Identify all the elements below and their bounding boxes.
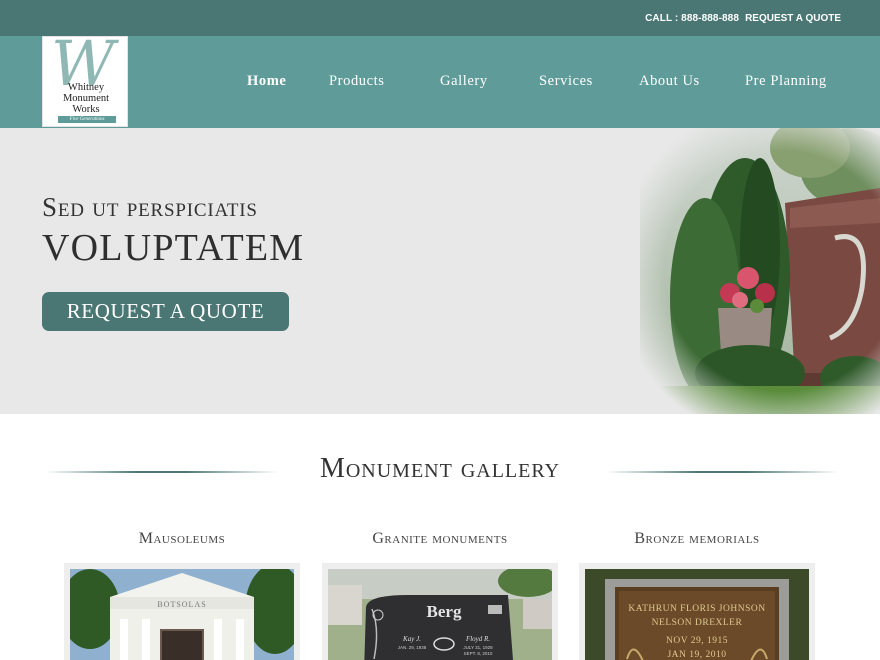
request-quote-link[interactable]: REQUEST A QUOTE (745, 13, 841, 24)
call-phone-link[interactable]: CALL : 888-888-888 (645, 13, 739, 24)
logo[interactable]: W Whitney Monument Works Five Generation… (42, 36, 128, 127)
granite-left-date: JAN. 29, 1938 (398, 645, 427, 650)
card-caption: Mausoleums (138, 530, 226, 547)
granite-right-date-1: JULY 31, 1928 (463, 645, 493, 650)
nav-services[interactable]: Services (539, 73, 593, 90)
card-frame: BOTSOLAS (64, 563, 300, 660)
card-bronze-memorials[interactable]: Bronze memorials KATHRUN FLORIS JOHNSON … (579, 530, 815, 660)
mausoleum-name-text: BOTSOLAS (157, 600, 206, 609)
hero-banner: Sed ut perspiciatis VOLUPTATEM REQUEST A… (0, 128, 880, 414)
top-bar: CALL : 888-888-888 REQUEST A QUOTE (0, 0, 880, 36)
nav-pre-planning[interactable]: Pre Planning (745, 73, 827, 90)
divider-right (606, 471, 838, 473)
gallery-heading: Monument gallery (0, 445, 880, 495)
nav-gallery[interactable]: Gallery (440, 73, 488, 90)
bronze-line-3: NOV 29, 1915 (666, 636, 728, 646)
granite-family-name: Berg (427, 602, 462, 621)
bronze-memorial-image[interactable]: KATHRUN FLORIS JOHNSON NELSON DREXLER NO… (585, 569, 809, 660)
card-frame: Berg Kay J. JAN. 29, 1938 Floyd R. JULY … (322, 563, 558, 660)
card-frame: KATHRUN FLORIS JOHNSON NELSON DREXLER NO… (579, 563, 815, 660)
hero-request-quote-button[interactable]: REQUEST A QUOTE (42, 292, 289, 331)
card-caption: Granite monuments (372, 530, 508, 547)
mausoleum-image[interactable]: BOTSOLAS (70, 569, 294, 660)
granite-left-name: Kay J. (402, 635, 421, 643)
logo-line-1: Whitney (67, 82, 105, 93)
logo-tagline: Five Generations (58, 116, 116, 123)
logo-line-3: Works (72, 104, 100, 115)
nav-products[interactable]: Products (329, 73, 385, 90)
gallery-title: Monument gallery (319, 453, 561, 484)
logo-line-2: Monument (62, 93, 110, 104)
granite-right-date-2: SEPT. 8, 2010 (464, 651, 493, 656)
card-caption: Bronze memorials (634, 530, 760, 547)
granite-right-name: Floyd R. (465, 635, 490, 643)
granite-monument-image[interactable]: Berg Kay J. JAN. 29, 1938 Floyd R. JULY … (328, 569, 552, 660)
card-mausoleums[interactable]: Mausoleums BOTSOLAS (64, 530, 300, 660)
bronze-line-1: KATHRUN FLORIS JOHNSON (628, 604, 765, 614)
hero-title: VOLUPTATEM (42, 227, 305, 269)
bronze-line-2: NELSON DREXLER (652, 618, 743, 628)
hero-subtitle: Sed ut perspiciatis (42, 192, 258, 222)
card-granite-monuments[interactable]: Granite monuments Berg Kay J. JAN. 29, 1… (322, 530, 558, 660)
bronze-line-4: JAN 19, 2010 (667, 650, 726, 660)
nav-about-us[interactable]: About Us (639, 73, 700, 90)
nav-home[interactable]: Home (247, 73, 286, 90)
main-nav: W Whitney Monument Works Five Generation… (0, 36, 880, 128)
hero-monument-image (600, 128, 880, 414)
